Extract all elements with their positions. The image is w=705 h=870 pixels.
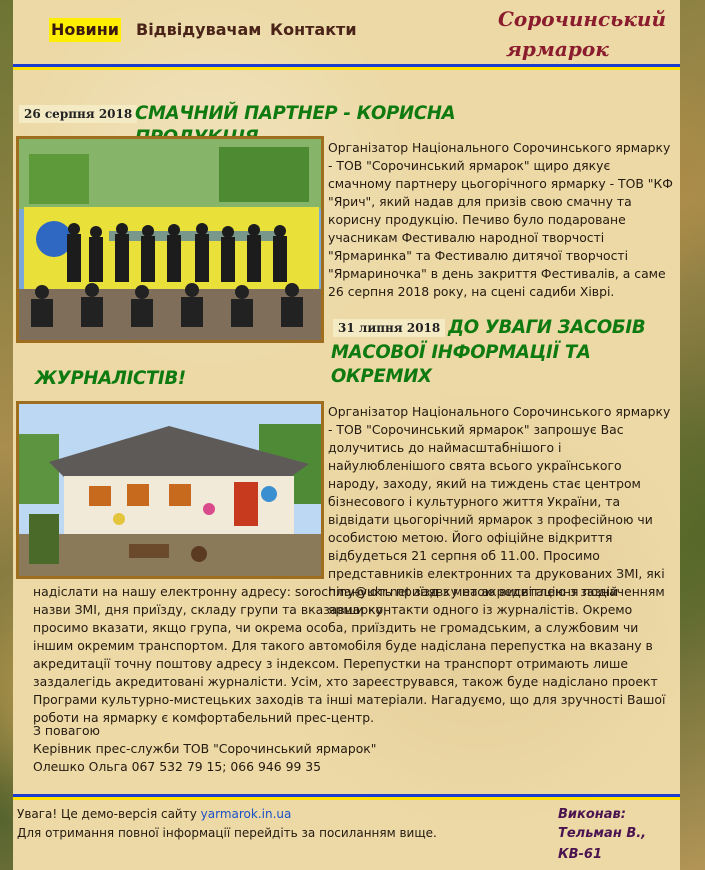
footer-credit-label: Виконав: [558,807,626,822]
article-headline-line-3[interactable]: журналістів! [35,366,225,390]
hut-photo-image [19,404,321,576]
page-container: Новини Відвідувачам Контакти Сорочинськи… [13,0,680,870]
footer-credit-name: Тельман В., КВ-61 [558,826,647,862]
footer-notice-text: Увага! Це демо-версія сайту [17,807,201,821]
article-signature-contact: Олешко Ольга 067 532 79 15; 066 946 99 3… [33,759,322,774]
article-text: Організатор Національного Сорочинського … [328,140,673,299]
footer-notice-line-2: Для отримання повної інформації перейдіт… [17,826,437,840]
group-photo-image [19,139,321,340]
article-date: 26 серпня 2018 [19,105,138,123]
nav-item-contacts[interactable]: Контакти [268,18,359,42]
article-photo-hut[interactable] [16,401,324,579]
brand-line-1: Сорочинський [498,7,666,31]
site-logo[interactable]: Сорочинський ярмарок [498,4,678,64]
article-signature-title: Керівник прес-служби ТОВ "Сорочинський я… [33,741,377,756]
footer-notice: Увага! Це демо-версія сайту yarmarok.in.… [17,805,517,824]
article-photo-group[interactable] [16,136,324,343]
article-text-full: надіслати на нашу електронну адресу: sor… [33,584,666,725]
brand-line-2: ярмарок [506,37,609,61]
article-headline-line-2[interactable]: масової інформації та окремих [331,340,654,388]
nav-item-news[interactable]: Новини [49,18,121,42]
nav-item-visitors[interactable]: Відвідувачам [134,18,263,42]
header-divider [13,64,680,70]
article-closing: З повагою [33,723,100,738]
footer-divider [13,794,680,800]
footer-site-link[interactable]: yarmarok.in.ua [201,807,292,821]
article-date: 31 липня 2018 [333,319,446,337]
article-headline-line-1[interactable]: До уваги засобів [448,315,667,339]
